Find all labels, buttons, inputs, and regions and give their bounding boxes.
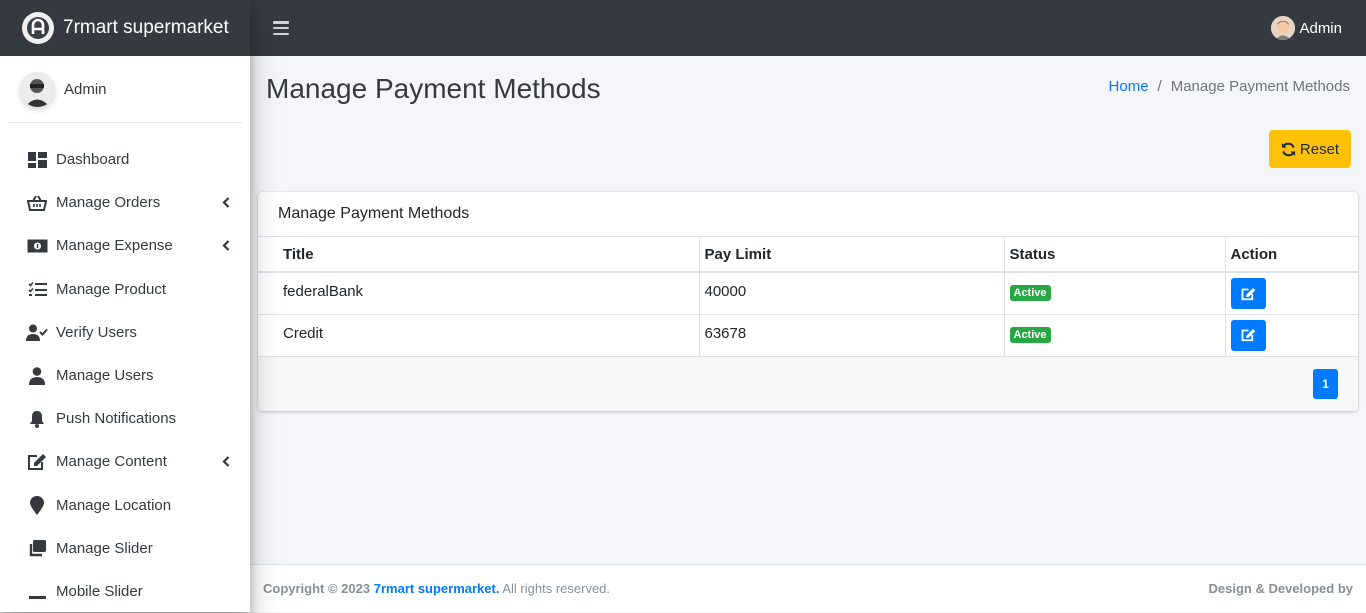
table-row: Credit 63678 Active [258,314,1358,357]
sidebar-item-label: Manage Expense [56,237,173,255]
user-icon [26,365,48,387]
user-check-icon [26,321,48,343]
edit-button[interactable] [1230,319,1266,351]
sidebar-item-label: Manage Users [56,367,154,385]
breadcrumb: Home / Manage Payment Methods [1109,78,1350,95]
page-title: Manage Payment Methods [266,73,601,104]
footer-credit: Design & Developed by [1208,581,1353,596]
column-header-title[interactable]: Title [258,237,700,273]
sidebar-item-manage-location[interactable]: Manage Location [0,484,250,527]
sidebar-user-name[interactable]: Admin [64,81,107,98]
payment-methods-card: Manage Payment Methods Title Pay Limit S… [258,192,1358,411]
table-row: federalBank 40000 Active [258,272,1358,315]
sidebar-item-label: Manage Slider [56,539,153,557]
bell-icon [26,408,48,430]
pagination-page-1[interactable]: 1 [1313,368,1338,399]
sidebar-nav: Dashboard Manage Orders Manage Expense M… [0,123,250,613]
sidebar-item-mobile-slider[interactable]: Mobile Slider [0,570,250,613]
content-wrapper: Manage Payment Methods Home / Manage Pay… [250,56,1366,564]
brand-name: 7rmart supermarket [63,17,229,38]
reset-label: Reset [1299,140,1340,158]
sidebar-item-label: Manage Orders [56,194,161,212]
cell-action [1225,314,1358,357]
sidebar-item-manage-orders[interactable]: Manage Orders [0,181,250,224]
cell-title: Credit [258,314,700,357]
sidebar: 7rmart supermarket Admin Dashboard Manag… [0,0,250,612]
card-title: Manage Payment Methods [258,192,1358,237]
footer-rights: All rights reserved. [502,581,611,596]
edit-button[interactable] [1230,278,1266,309]
breadcrumb-separator: / [1157,78,1162,95]
map-marker-icon [26,494,48,516]
sidebar-item-manage-expense[interactable]: Manage Expense [0,224,250,267]
footer-brand-link[interactable]: 7rmart supermarket. [374,581,500,596]
cell-title: federalBank [258,272,700,315]
breadcrumb-home-link[interactable]: Home [1109,78,1149,95]
hamburger-menu-icon[interactable] [273,21,289,35]
avatar [1271,16,1296,40]
user-panel[interactable]: Admin [8,56,242,123]
dashboard-icon [26,149,48,171]
cell-pay-limit: 63678 [699,314,1005,357]
basket-icon [26,192,48,214]
sidebar-item-label: Push Notifications [56,410,177,428]
sidebar-item-dashboard[interactable]: Dashboard [0,138,250,181]
sync-icon [1281,142,1296,157]
column-header-status[interactable]: Status [1004,237,1226,273]
footer-copyright-prefix: Copyright © 2023 [263,581,371,596]
chevron-left-icon [220,240,232,252]
cell-status: Active [1004,314,1226,357]
column-header-action[interactable]: Action [1225,237,1358,273]
chevron-left-icon [220,197,232,209]
main-footer: Copyright © 2023 7rmart supermarket. All… [250,564,1366,612]
sidebar-item-label: Manage Location [56,496,172,514]
top-user-name: Admin [1299,19,1342,37]
avatar [20,71,55,107]
brand-logo-icon [22,12,54,44]
sidebar-item-label: Manage Product [56,280,167,298]
brand-link[interactable]: 7rmart supermarket [0,0,250,56]
clone-icon [26,537,48,559]
minus-icon [26,580,48,602]
footer-copyright: Copyright © 2023 7rmart supermarket. All… [263,581,610,596]
breadcrumb-current: Manage Payment Methods [1170,78,1350,95]
status-badge[interactable]: Active [1009,326,1051,343]
edit-icon [26,451,48,473]
payment-methods-table: Title Pay Limit Status Action federalBan… [258,237,1358,357]
sidebar-item-manage-users[interactable]: Manage Users [0,354,250,397]
sidebar-item-label: Verify Users [56,323,137,341]
sidebar-item-push-notifications[interactable]: Push Notifications [0,397,250,440]
column-header-pay-limit[interactable]: Pay Limit [699,237,1005,273]
top-navbar: Admin [250,0,1366,56]
sidebar-item-label: Mobile Slider [56,582,143,600]
money-bill-icon [26,235,48,257]
tasks-icon [26,278,48,300]
reset-button[interactable]: Reset [1269,130,1351,168]
top-user-menu[interactable]: Admin [1271,16,1342,40]
edit-icon [1241,287,1255,300]
cell-pay-limit: 40000 [699,272,1005,315]
sidebar-item-manage-content[interactable]: Manage Content [0,440,250,483]
card-footer: 1 [258,356,1358,411]
edit-icon [1241,329,1255,342]
status-badge[interactable]: Active [1009,285,1051,301]
chevron-left-icon [220,456,232,468]
table-header-row: Title Pay Limit Status Action [258,237,1358,273]
cell-action [1225,272,1358,315]
sidebar-item-label: Manage Content [56,453,167,471]
sidebar-item-manage-product[interactable]: Manage Product [0,268,250,311]
sidebar-item-verify-users[interactable]: Verify Users [0,311,250,354]
cell-status: Active [1004,272,1226,315]
sidebar-item-manage-slider[interactable]: Manage Slider [0,527,250,570]
sidebar-item-label: Dashboard [56,151,130,169]
